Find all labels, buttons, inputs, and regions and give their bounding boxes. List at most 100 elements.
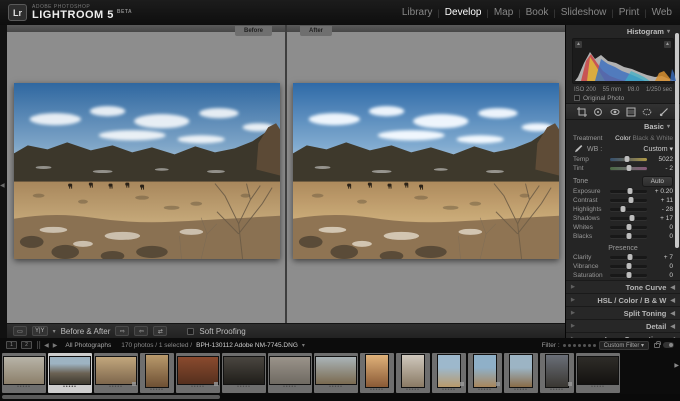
slider-value[interactable]: + 11 — [651, 197, 673, 204]
slider-value[interactable]: + 17 — [651, 215, 673, 222]
slider-track[interactable] — [610, 226, 647, 229]
filmstrip-thumb[interactable]: ••••• — [396, 353, 430, 393]
module-develop[interactable]: Develop — [445, 7, 482, 18]
panel-tone-curve[interactable]: ▶ Tone Curve ◀ — [566, 280, 680, 293]
module-map[interactable]: Map — [494, 7, 513, 18]
before-after-view-icon[interactable]: Y|Y — [32, 326, 48, 336]
module-book[interactable]: Book — [526, 7, 549, 18]
secondary-display-icon[interactable]: 2 — [21, 341, 32, 349]
slider-track[interactable] — [610, 208, 647, 211]
slider-contrast[interactable]: Contrast + 11 — [566, 196, 680, 205]
slider-track[interactable] — [610, 274, 647, 277]
filmstrip-thumb[interactable]: ••••• — [504, 353, 538, 393]
slider-track[interactable] — [610, 265, 647, 268]
after-pane[interactable]: After — [286, 25, 565, 323]
custom-filter-dropdown[interactable]: Custom Filter ▾ — [599, 341, 649, 350]
treatment-color[interactable]: Color — [615, 135, 631, 142]
module-library[interactable]: Library — [402, 7, 433, 18]
slider-value[interactable]: + 7 — [651, 254, 673, 261]
basic-panel-header[interactable]: Basic▾ — [566, 120, 680, 132]
slider-value[interactable]: 0 — [651, 272, 673, 279]
slider-track[interactable] — [610, 235, 647, 238]
filmstrip-thumb[interactable]: ••••• — [176, 353, 220, 393]
before-pane[interactable]: Before — [7, 25, 286, 323]
loupe-view-icon[interactable]: ▭ — [13, 326, 27, 336]
slider-saturation[interactable]: Saturation 0 — [566, 271, 680, 280]
wb-value-dropdown[interactable]: Custom ▾ — [643, 145, 673, 153]
slider-track[interactable] — [610, 199, 647, 202]
before-photo[interactable] — [14, 83, 280, 259]
histogram[interactable]: ▲ ▲ — [572, 38, 674, 84]
primary-display-icon[interactable]: 1 — [6, 341, 17, 349]
radial-filter-icon[interactable] — [641, 106, 654, 117]
filter-flags[interactable] — [563, 344, 596, 347]
filmstrip-thumb-selected[interactable]: ••••• — [48, 353, 92, 393]
slider-tint[interactable]: Tint - 2 — [566, 164, 680, 173]
slider-track[interactable] — [610, 217, 647, 220]
swap-before-after-icon[interactable]: ⇄ — [153, 326, 167, 336]
filmstrip-thumb[interactable]: ••••• — [268, 353, 312, 393]
panel-hsl-color-bw[interactable]: ▶ HSL / Color / B & W ◀ — [566, 293, 680, 306]
slider-shadows[interactable]: Shadows + 17 — [566, 214, 680, 223]
slider-value[interactable]: 5022 — [651, 156, 673, 163]
adjustment-brush-icon[interactable] — [657, 106, 670, 117]
filmstrip-source[interactable]: All Photographs — [65, 342, 111, 349]
chevron-down-icon[interactable]: ▾ — [302, 342, 305, 349]
left-panel-collapse-icon[interactable]: ◀ — [0, 182, 5, 189]
grid-view-icon[interactable]: ⣿ — [36, 341, 40, 349]
panel-detail[interactable]: ▶ Detail ◀ — [566, 319, 680, 332]
slider-track[interactable] — [610, 256, 647, 259]
white-balance-eyedropper-icon[interactable] — [573, 144, 583, 154]
red-eye-icon[interactable] — [608, 106, 621, 117]
crop-icon[interactable] — [576, 106, 589, 117]
after-photo[interactable] — [293, 83, 559, 259]
slider-track[interactable] — [610, 190, 647, 193]
filmstrip-thumb[interactable]: ••••• — [140, 353, 174, 393]
slider-value[interactable]: 0 — [651, 263, 673, 270]
module-print[interactable]: Print — [619, 7, 640, 18]
filmstrip-collapse-icon[interactable]: ▶ — [674, 362, 679, 369]
copy-after-to-before-icon[interactable]: ⇦ — [134, 326, 148, 336]
slider-track[interactable] — [610, 158, 647, 161]
filmstrip-scrollbar[interactable] — [0, 394, 680, 401]
filmstrip-thumb[interactable]: ••••• — [432, 353, 466, 393]
view-caret-icon[interactable]: ▾ — [53, 328, 56, 335]
filmstrip-thumb[interactable]: ••••• — [222, 353, 266, 393]
filmstrip-thumb[interactable]: ••••• — [94, 353, 138, 393]
slider-temp[interactable]: Temp 5022 — [566, 155, 680, 164]
slider-value[interactable]: - 2 — [651, 165, 673, 172]
filmstrip-filename[interactable]: BPH-130112 Adobe NM-7745.DNG — [196, 342, 298, 349]
filmstrip-thumb[interactable]: ••••• — [576, 353, 620, 393]
auto-tone-button[interactable]: Auto — [642, 176, 673, 187]
slider-track[interactable] — [610, 167, 647, 170]
histogram-header[interactable]: Histogram▾ — [566, 25, 680, 37]
original-photo-row[interactable]: Original Photo — [566, 94, 680, 103]
soft-proofing-checkbox[interactable] — [187, 328, 194, 335]
filmstrip-thumb[interactable]: ••••• — [314, 353, 358, 393]
slider-value[interactable]: - 28 — [651, 206, 673, 213]
filmstrip-scroll-thumb[interactable] — [2, 395, 220, 399]
slider-clarity[interactable]: Clarity + 7 — [566, 253, 680, 262]
original-photo-checkbox[interactable] — [574, 95, 580, 101]
filmstrip-filter-toggle[interactable] — [663, 342, 674, 348]
filmstrip-thumb[interactable]: ••••• — [360, 353, 394, 393]
slider-whites[interactable]: Whites 0 — [566, 223, 680, 232]
previous-photo-icon[interactable]: ◀ — [44, 342, 49, 349]
slider-value[interactable]: 0 — [651, 233, 673, 240]
copy-before-to-after-icon[interactable]: ⇨ — [115, 326, 129, 336]
module-web[interactable]: Web — [652, 7, 672, 18]
slider-vibrance[interactable]: Vibrance 0 — [566, 262, 680, 271]
left-panel-collapsed[interactable]: ◀ — [0, 25, 7, 338]
slider-exposure[interactable]: Exposure + 0.20 — [566, 187, 680, 196]
panel-split-toning[interactable]: ▶ Split Toning ◀ — [566, 306, 680, 319]
filmstrip-thumb[interactable]: ••••• — [540, 353, 574, 393]
module-slideshow[interactable]: Slideshow — [561, 7, 607, 18]
treatment-bw[interactable]: Black & White — [633, 135, 673, 142]
slider-value[interactable]: 0 — [651, 224, 673, 231]
next-photo-icon[interactable]: ▶ — [53, 342, 58, 349]
graduated-filter-icon[interactable] — [625, 106, 638, 117]
lock-icon[interactable] — [654, 343, 660, 348]
slider-value[interactable]: + 0.20 — [651, 188, 673, 195]
slider-highlights[interactable]: Highlights - 28 — [566, 205, 680, 214]
slider-blacks[interactable]: Blacks 0 — [566, 232, 680, 241]
